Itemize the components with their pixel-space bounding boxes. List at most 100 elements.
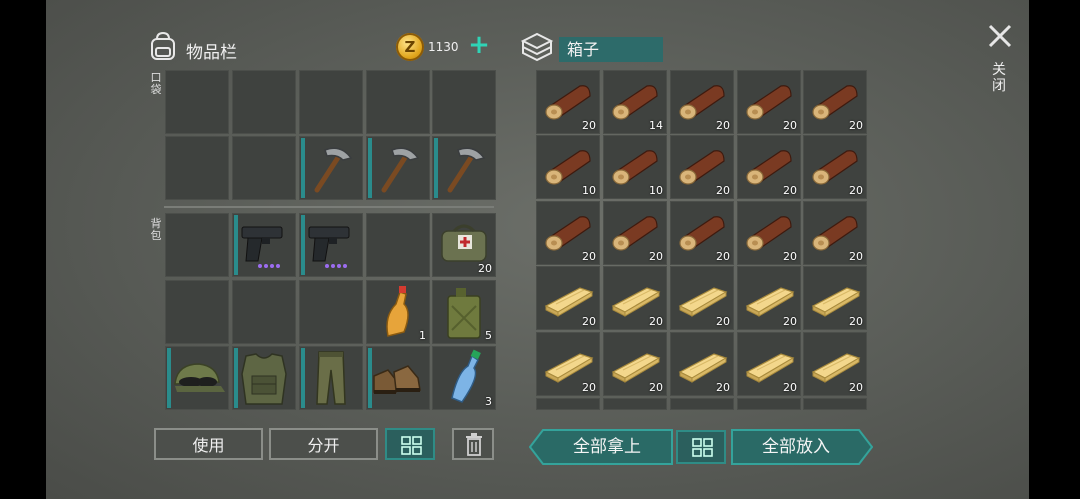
item-count: 20 [582, 119, 596, 132]
camo-cap-icon [174, 363, 225, 392]
slot-plank[interactable]: 20 [670, 266, 734, 330]
inventory-title: 物品栏 [186, 43, 237, 63]
slot-pickaxe[interactable] [366, 136, 430, 200]
item-count: 20 [783, 119, 797, 132]
slot-plank[interactable]: 20 [737, 266, 801, 330]
slot-empty[interactable] [299, 280, 363, 344]
close-label[interactable]: 关闭 [990, 62, 1008, 94]
item-count: 20 [783, 381, 797, 394]
slot-log[interactable]: 10 [536, 135, 600, 199]
slot-plank[interactable]: 20 [536, 332, 600, 396]
item-count: 20 [582, 381, 596, 394]
slot-log[interactable]: 20 [670, 201, 734, 265]
item-count: 20 [849, 119, 863, 132]
slot-partial[interactable] [803, 398, 867, 410]
item-count: 20 [783, 315, 797, 328]
slot-log[interactable]: 20 [670, 135, 734, 199]
boots-icon [373, 365, 421, 394]
slot-empty[interactable] [165, 70, 229, 134]
backpack-label: 背包 [150, 217, 162, 242]
sort-box-button[interactable] [676, 430, 726, 464]
slot-empty[interactable] [232, 136, 296, 200]
slot-plank[interactable]: 20 [670, 332, 734, 396]
item-count: 10 [649, 184, 663, 197]
slot-empty[interactable] [232, 280, 296, 344]
slot-log[interactable]: 20 [737, 201, 801, 265]
slot-boots[interactable] [366, 346, 430, 410]
upgrade-dots [258, 253, 282, 272]
sort-inventory-button[interactable] [385, 428, 435, 460]
slot-jerrycan[interactable]: 5 [432, 280, 496, 344]
item-count: 20 [783, 184, 797, 197]
slot-partial[interactable] [737, 398, 801, 410]
item-count: 20 [716, 250, 730, 263]
upgrade-dots [325, 253, 349, 272]
slot-log[interactable]: 20 [803, 70, 867, 134]
slot-pickaxe[interactable] [432, 136, 496, 200]
slot-log[interactable]: 20 [670, 70, 734, 134]
slot-log[interactable]: 20 [803, 201, 867, 265]
slot-plank[interactable]: 20 [803, 266, 867, 330]
slot-plank[interactable]: 20 [603, 332, 667, 396]
item-count: 20 [849, 381, 863, 394]
slot-empty[interactable] [165, 280, 229, 344]
coin-icon: Z [396, 33, 424, 61]
slot-plank[interactable]: 20 [603, 266, 667, 330]
item-count: 20 [849, 184, 863, 197]
slot-log[interactable]: 20 [536, 201, 600, 265]
slot-camo-vest[interactable] [232, 346, 296, 410]
slot-water-bottle[interactable]: 3 [432, 346, 496, 410]
put-all-button[interactable] [731, 429, 873, 465]
camo-pants-icon [316, 351, 346, 405]
pickaxe-icon [447, 147, 486, 193]
slot-drink-bottle[interactable]: 1 [366, 280, 430, 344]
item-count: 14 [649, 119, 663, 132]
box-title: 箱子 [559, 37, 663, 62]
slot-log[interactable]: 10 [603, 135, 667, 199]
slot-empty[interactable] [366, 70, 430, 134]
slot-log[interactable]: 20 [603, 201, 667, 265]
slot-partial[interactable] [603, 398, 667, 410]
section-divider [164, 206, 494, 208]
slot-empty[interactable] [165, 136, 229, 200]
take-all-button[interactable] [529, 429, 673, 465]
close-icon[interactable] [986, 22, 1014, 50]
slot-partial[interactable] [536, 398, 600, 410]
slot-log[interactable]: 20 [737, 70, 801, 134]
slot-empty[interactable] [299, 70, 363, 134]
slot-plank[interactable]: 20 [536, 266, 600, 330]
slot-pistol[interactable] [299, 213, 363, 277]
item-count: 20 [716, 381, 730, 394]
item-count: 20 [849, 250, 863, 263]
slot-empty[interactable] [232, 70, 296, 134]
slot-medkit-bag[interactable]: 20 [432, 213, 496, 277]
item-count: 10 [582, 184, 596, 197]
item-count: 5 [485, 329, 492, 342]
slot-empty[interactable] [366, 213, 430, 277]
slot-log[interactable]: 20 [803, 135, 867, 199]
trash-icon [466, 433, 482, 456]
slot-partial[interactable] [670, 398, 734, 410]
slot-pistol[interactable] [232, 213, 296, 277]
slot-plank[interactable]: 20 [803, 332, 867, 396]
camo-vest-icon [241, 353, 287, 405]
slot-log[interactable]: 14 [603, 70, 667, 134]
slot-pickaxe[interactable] [299, 136, 363, 200]
item-count: 20 [478, 262, 492, 275]
use-button[interactable]: 使用 [154, 428, 263, 460]
item-count: 20 [649, 381, 663, 394]
backpack-icon [151, 31, 175, 60]
split-button[interactable]: 分开 [269, 428, 378, 460]
slot-empty[interactable] [432, 70, 496, 134]
slot-plank[interactable]: 20 [737, 332, 801, 396]
slot-camo-pants[interactable] [299, 346, 363, 410]
item-count: 1 [419, 329, 426, 342]
slot-camo-cap[interactable] [165, 346, 229, 410]
item-count: 20 [783, 250, 797, 263]
slot-log[interactable]: 20 [737, 135, 801, 199]
slot-log[interactable]: 20 [536, 70, 600, 134]
slot-empty[interactable] [165, 213, 229, 277]
trash-button[interactable] [452, 428, 494, 460]
item-count: 20 [716, 184, 730, 197]
add-coins-button[interactable]: + [466, 32, 492, 59]
